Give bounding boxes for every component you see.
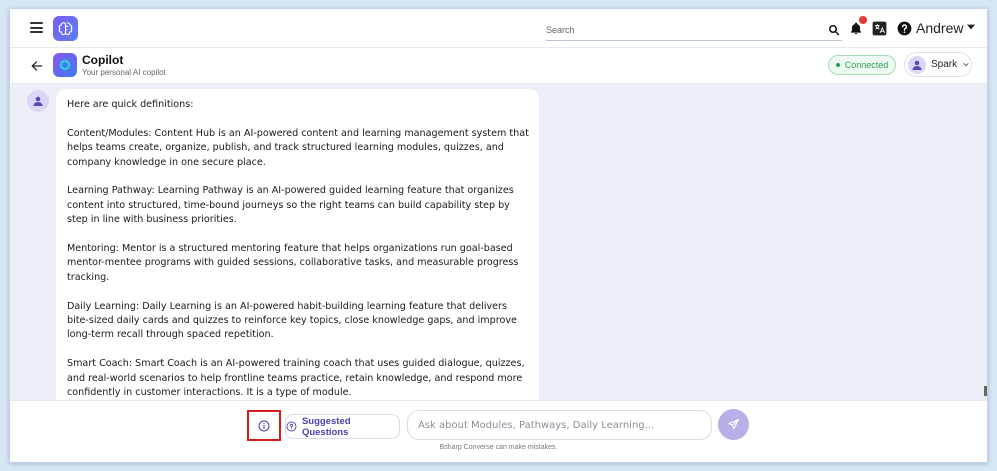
- help-icon[interactable]: [897, 21, 912, 36]
- disclaimer-label: Bsharp Converse can make mistakes.: [439, 444, 558, 451]
- message-paragraph: Smart Coach: Smart Coach is an AI-powere…: [67, 358, 525, 399]
- translate-icon[interactable]: [872, 21, 887, 36]
- username[interactable]: Andrew: [916, 20, 963, 36]
- suggested-questions-button[interactable]: Suggested Questions: [285, 414, 400, 439]
- assistant-message: Here are quick definitions: Content/Modu…: [56, 89, 539, 400]
- chat-input[interactable]: [407, 410, 712, 440]
- message-paragraph: Learning Pathway: Learning Pathway is an…: [67, 185, 514, 226]
- agent-label: Spark: [931, 59, 958, 70]
- send-icon: [728, 419, 739, 430]
- page-title: Copilot: [82, 53, 124, 67]
- chat-area: Here are quick definitions: Content/Modu…: [10, 84, 987, 400]
- back-arrow-icon[interactable]: [30, 59, 44, 73]
- assistant-avatar-icon: [27, 90, 49, 112]
- connection-status-badge: Connected: [828, 55, 896, 75]
- hamburger-menu-icon[interactable]: [30, 22, 43, 33]
- notification-dot: [859, 16, 867, 24]
- question-circle-icon: [286, 421, 297, 432]
- suggested-questions-label: Suggested Questions: [301, 415, 351, 438]
- agent-avatar-icon: [908, 55, 926, 74]
- message-composer: Suggested Questions Bsharp Converse can …: [10, 400, 987, 462]
- scrollbar[interactable]: [984, 386, 987, 396]
- status-dot-icon: [835, 63, 840, 67]
- copilot-header: Copilot Your personal AI copilot Connect…: [10, 48, 987, 84]
- brain-logo-icon[interactable]: [53, 16, 78, 41]
- message-paragraph: Content/Modules: Content Hub is an AI-po…: [67, 127, 529, 168]
- chevron-down-icon: [963, 62, 969, 67]
- caret-down-icon[interactable]: [967, 24, 975, 30]
- search-input[interactable]: [546, 21, 816, 39]
- message-paragraph: Mentoring: Mentor is a structured mentor…: [67, 243, 519, 283]
- disclaimer-text: Bsharp Converse can make mistakes.: [10, 444, 987, 451]
- copilot-logo-icon: [53, 53, 77, 77]
- message-paragraph: Daily Learning: Daily Learning is an AI-…: [67, 300, 517, 341]
- top-bar: Andrew: [10, 9, 987, 48]
- app-window: Andrew Copilot Your personal AI copilot …: [9, 8, 988, 463]
- search-icon[interactable]: [828, 24, 840, 36]
- agent-selector[interactable]: Spark: [904, 52, 972, 77]
- info-button[interactable]: [247, 410, 281, 441]
- message-paragraph: Here are quick definitions:: [67, 99, 194, 110]
- send-button[interactable]: [718, 409, 749, 440]
- info-icon: [258, 420, 270, 431]
- page-subtitle: Your personal AI copilot: [82, 68, 166, 77]
- status-label: Connected: [844, 60, 889, 70]
- search-bar: [546, 21, 842, 41]
